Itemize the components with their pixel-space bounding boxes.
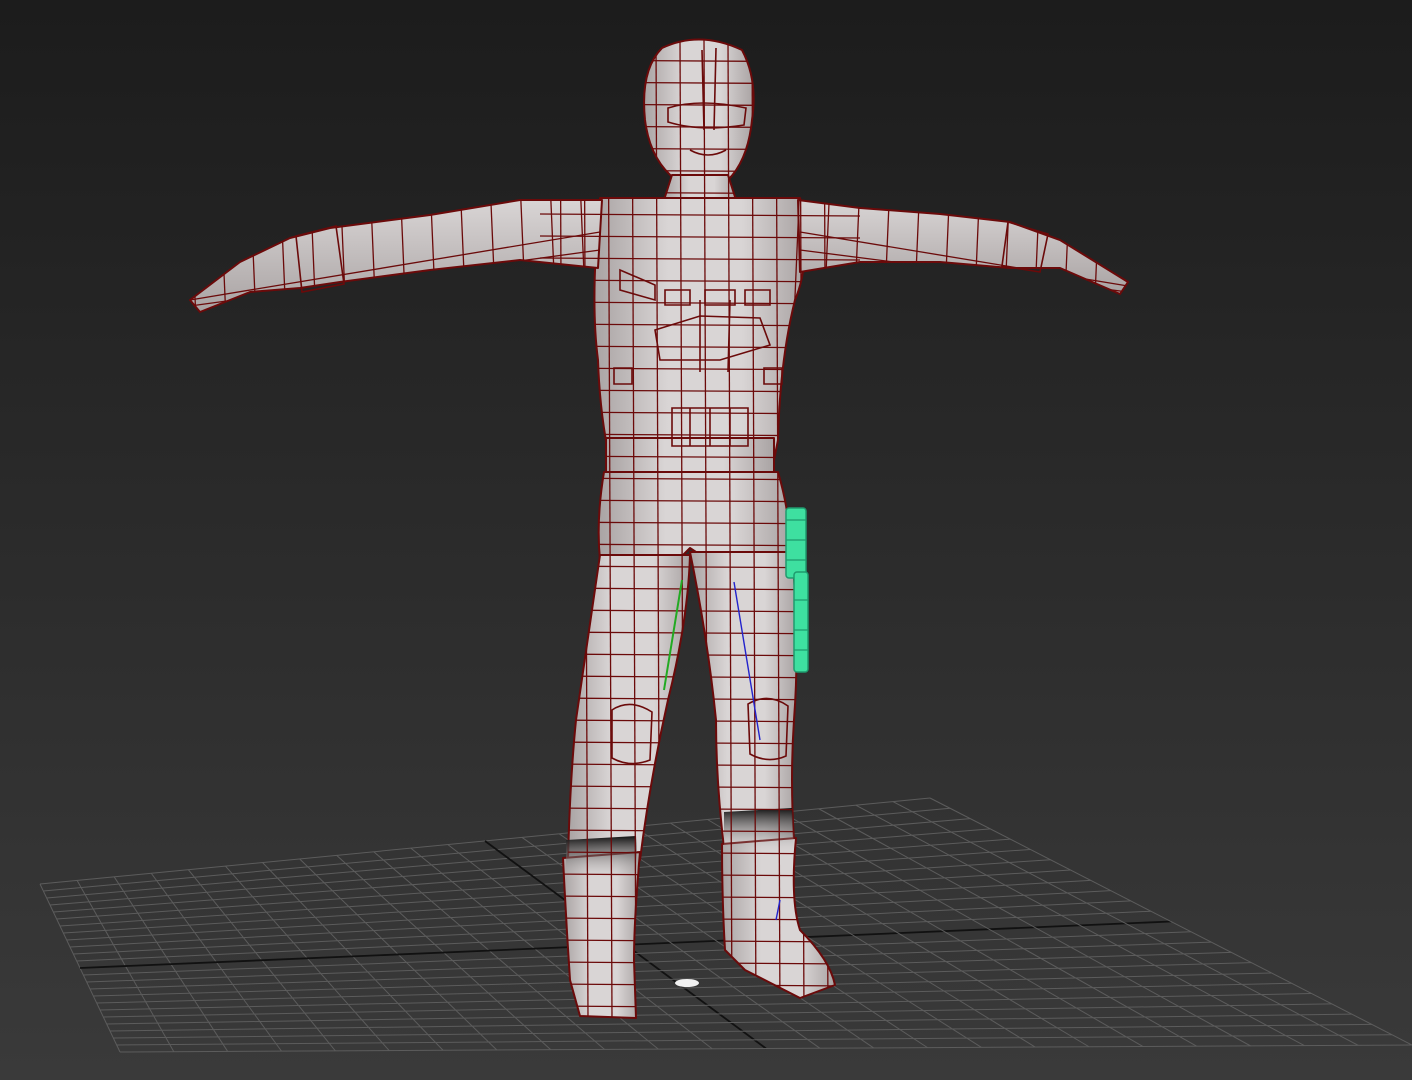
pivot-marker[interactable] (675, 979, 699, 987)
holster-lower[interactable] (793, 571, 809, 673)
holster-upper[interactable] (785, 507, 807, 579)
boot-shadow-right (566, 836, 638, 880)
viewport-perspective[interactable] (0, 0, 1412, 1080)
hips-mesh[interactable] (597, 471, 792, 561)
neck-mesh[interactable] (663, 174, 737, 201)
viewport-canvas[interactable] (0, 0, 1412, 1080)
